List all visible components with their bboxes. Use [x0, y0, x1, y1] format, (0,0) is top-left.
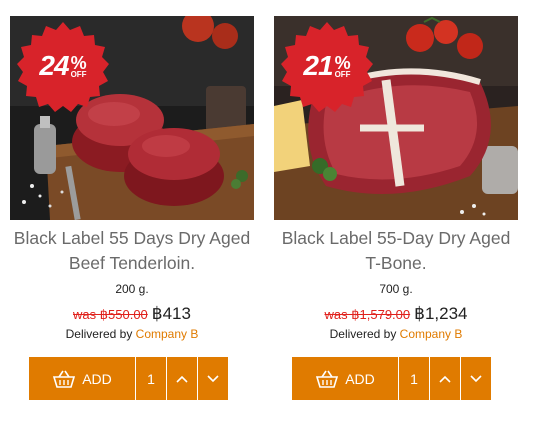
company-link[interactable]: Company B [400, 327, 463, 341]
product-image[interactable]: 24 % OFF [10, 16, 254, 220]
quantity-field[interactable]: 1 [136, 357, 166, 400]
current-price: ฿413 [151, 304, 191, 323]
discount-number: 21 [303, 50, 333, 81]
product-title[interactable]: Black Label 55 Days Dry Aged Beef Tender… [10, 226, 254, 276]
product-title[interactable]: Black Label 55-Day Dry Aged T-Bone. [274, 226, 518, 276]
increment-button[interactable] [430, 357, 460, 400]
discount-off: OFF [334, 69, 351, 79]
price-row: was ฿1,579.00 ฿1,234 [274, 304, 518, 324]
cart-controls: ADD 1 [292, 357, 491, 400]
product-card-tenderloin: 24 % OFF Black Label 55 Days Dry Aged Be… [10, 0, 254, 341]
discount-badge-text: 21 % OFF [281, 20, 373, 112]
chevron-down-icon [207, 374, 219, 382]
cart-controls: ADD 1 [29, 357, 228, 400]
chevron-up-icon [439, 375, 451, 383]
basket-icon [53, 370, 76, 388]
add-label: ADD [345, 370, 375, 387]
price-row: was ฿550.00 ฿413 [10, 304, 254, 324]
discount-badge: 24 % OFF [17, 20, 109, 112]
chevron-down-icon [470, 374, 482, 382]
discount-percent: % [70, 52, 87, 73]
discount-off: OFF [70, 69, 87, 79]
increment-button[interactable] [167, 357, 197, 400]
delivered-by: Delivered by Company B [274, 327, 518, 341]
delivered-by: Delivered by Company B [10, 327, 254, 341]
was-price: was ฿1,579.00 [324, 307, 411, 322]
delivered-prefix: Delivered by [65, 327, 133, 341]
discount-percent: % [334, 52, 351, 73]
product-image[interactable]: 21 % OFF [274, 16, 518, 220]
discount-badge-text: 24 % OFF [17, 20, 109, 112]
product-weight: 700 g. [379, 282, 413, 296]
decrement-button[interactable] [461, 357, 491, 400]
current-price: ฿1,234 [414, 304, 468, 323]
delivered-prefix: Delivered by [329, 327, 397, 341]
decrement-button[interactable] [198, 357, 228, 400]
product-card-tbone: 21 % OFF Black Label 55-Day Dry Aged T-B… [274, 0, 518, 341]
add-label: ADD [82, 370, 112, 387]
basket-icon [316, 370, 339, 388]
product-weight: 200 g. [115, 282, 149, 296]
add-to-cart-button[interactable]: ADD [29, 357, 135, 400]
product-grid: 24 % OFF Black Label 55 Days Dry Aged Be… [0, 0, 541, 425]
company-link[interactable]: Company B [136, 327, 199, 341]
was-price: was ฿550.00 [73, 307, 148, 322]
quantity-field[interactable]: 1 [399, 357, 429, 400]
chevron-up-icon [176, 375, 188, 383]
add-to-cart-button[interactable]: ADD [292, 357, 398, 400]
discount-badge: 21 % OFF [281, 20, 373, 112]
discount-number: 24 [39, 50, 69, 81]
